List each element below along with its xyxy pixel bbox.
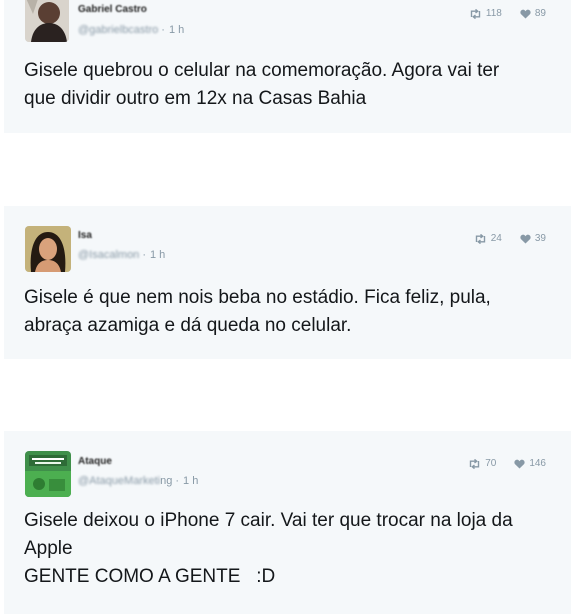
avatar[interactable] (25, 226, 71, 272)
avatar[interactable] (25, 0, 69, 42)
like-count-value: 146 (529, 458, 546, 469)
tweet-card[interactable]: Isa @Isacalmon · 1 h 24 39 Gisele é que ne… (4, 206, 571, 359)
author-handle-row: @gabrielbcastro · 1 h (78, 24, 185, 36)
author-handle[interactable]: @AtaqueMarketi (78, 475, 160, 487)
tweet-text-line: Gisele é que nem nois beba no estádio. F… (24, 287, 491, 308)
like-count[interactable]: 146 (514, 458, 546, 469)
author-name[interactable]: Isa (78, 230, 92, 241)
tweet-text-line: Apple (24, 538, 73, 559)
retweet-icon (470, 8, 481, 19)
tweet-text-line: que dividir outro em 12x na Casas Bahia (24, 88, 367, 109)
author-name[interactable]: Ataque (78, 456, 112, 467)
tweet-text-line: GENTE COMO A GENTE :D (24, 566, 276, 587)
like-count[interactable]: 39 (520, 233, 546, 244)
tweet-time[interactable]: 1 h (150, 249, 165, 261)
tweet-stats: 24 39 (474, 233, 546, 244)
retweet-count-value: 118 (485, 8, 502, 19)
tweet-card[interactable]: Gabriel Castro @gabrielbcastro · 1 h 118 8… (4, 0, 571, 133)
tweet-time[interactable]: 1 h (183, 475, 198, 487)
tweet-text-line: Gisele quebrou o celular na comemoração.… (24, 60, 500, 81)
avatar[interactable] (25, 451, 71, 497)
author-name[interactable]: Gabriel Castro (78, 4, 147, 15)
timeline: Gabriel Castro @gabrielbcastro · 1 h 118 8… (0, 0, 571, 614)
heart-icon (520, 234, 531, 243)
tweet-text-line: abraça azamiga e dá queda no celular. (24, 315, 352, 336)
retweet-count[interactable]: 24 (474, 233, 502, 244)
author-handle-row: @AtaqueMarketing · 1 h (78, 475, 199, 487)
retweet-count-value: 70 (485, 458, 497, 469)
like-count-value: 39 (534, 233, 546, 244)
tweet-stats: 70 146 (468, 458, 546, 469)
heart-icon (520, 9, 531, 18)
author-handle-row: @Isacalmon · 1 h (78, 249, 166, 261)
retweet-icon (469, 458, 480, 469)
author-handle-tail[interactable]: ng (160, 475, 172, 487)
like-count[interactable]: 89 (520, 8, 546, 19)
tweet-stats: 118 89 (469, 8, 546, 19)
retweet-icon (475, 233, 485, 244)
author-handle[interactable]: @gabrielbcastro (78, 24, 158, 36)
author-handle[interactable]: @Isacalmon (78, 249, 139, 261)
retweet-count[interactable]: 118 (469, 8, 502, 19)
heart-icon (514, 459, 525, 468)
like-count-value: 89 (534, 8, 546, 19)
tweet-card[interactable]: Ataque @AtaqueMarketing · 1 h 70 146 Gisel… (4, 431, 571, 614)
tweet-time[interactable]: 1 h (169, 24, 184, 36)
retweet-count[interactable]: 70 (468, 458, 496, 469)
retweet-count-value: 24 (490, 233, 502, 244)
tweet-text-line: Gisele deixou o iPhone 7 cair. Vai ter q… (24, 510, 513, 531)
